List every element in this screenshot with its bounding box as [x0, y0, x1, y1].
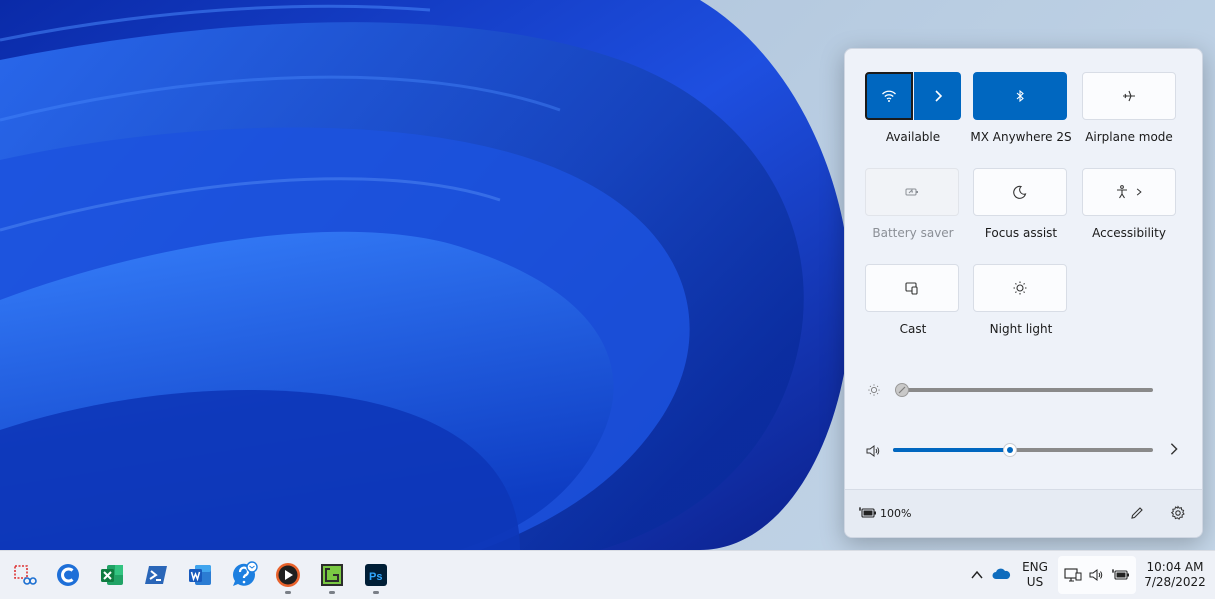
volume-slider-fill [893, 448, 1010, 452]
cast-icon [905, 282, 918, 295]
get-help-icon [232, 561, 258, 586]
language-indicator[interactable]: ENG US [1019, 560, 1051, 590]
moon-icon [1013, 185, 1027, 199]
cast-tile[interactable] [865, 264, 959, 312]
keyboard-layout: US [1026, 575, 1044, 589]
running-indicator [373, 591, 379, 594]
media-player-icon [276, 563, 300, 587]
wifi-tile [865, 72, 961, 120]
system-tray-status-button[interactable] [1058, 556, 1136, 594]
taskbar-app-powershell[interactable] [140, 559, 172, 591]
battery-saver-label: Battery saver [872, 226, 954, 240]
volume-slider-thumb[interactable] [1003, 443, 1017, 457]
taskbar-app-word[interactable] [184, 559, 216, 591]
wifi-networks-button[interactable] [914, 72, 961, 120]
greenshot-icon [321, 564, 343, 586]
accessibility-tile[interactable] [1082, 168, 1176, 216]
taskbar-app-get-help[interactable] [228, 559, 260, 591]
clock[interactable]: 10:04 AM 7/28/2022 [1140, 560, 1210, 590]
wifi-icon [882, 90, 896, 102]
taskbar-app-snipping-tool[interactable] [8, 559, 40, 591]
network-ethernet-icon [1064, 568, 1082, 582]
taskbar-app-greenshot[interactable] [316, 559, 348, 591]
brightness-slider-thumb[interactable] [895, 383, 909, 397]
battery-percentage[interactable]: 100% [880, 507, 911, 520]
battery-saver-icon [905, 188, 918, 196]
word-icon [189, 565, 211, 585]
onedrive-cloud-icon[interactable] [991, 566, 1011, 582]
wifi-label: Available [885, 130, 941, 144]
sun-icon [1013, 281, 1027, 295]
taskbar-app-excel[interactable] [96, 559, 128, 591]
taskbar-app-photoshop[interactable]: Ps [360, 559, 392, 591]
focus-assist-label: Focus assist [984, 226, 1058, 240]
ccleaner-icon [57, 564, 79, 586]
running-indicator [329, 591, 335, 594]
brightness-icon [868, 384, 880, 396]
svg-text:Ps: Ps [369, 571, 382, 583]
volume-output-chevron-icon[interactable] [1167, 442, 1181, 456]
brightness-slider-track[interactable] [895, 388, 1153, 392]
battery-charging-icon [1112, 569, 1129, 580]
chevron-right-icon [1136, 188, 1142, 196]
powershell-icon [145, 566, 167, 584]
night-light-tile[interactable] [973, 264, 1067, 312]
bluetooth-tile[interactable] [973, 72, 1067, 120]
airplane-icon [1123, 90, 1135, 102]
bluetooth-label: MX Anywhere 2S [970, 130, 1072, 144]
battery-saver-tile[interactable] [865, 168, 959, 216]
focus-assist-tile[interactable] [973, 168, 1067, 216]
taskbar: Ps ENG US 10:04 AM 7/28/2022 [0, 550, 1215, 599]
accessibility-label: Accessibility [1092, 226, 1166, 240]
wifi-toggle-button[interactable] [865, 72, 913, 120]
taskbar-app-media-player[interactable] [272, 559, 304, 591]
night-light-label: Night light [989, 322, 1053, 336]
chevron-right-icon [934, 90, 942, 102]
running-indicator [285, 591, 291, 594]
gear-icon[interactable] [1170, 505, 1186, 521]
bluetooth-icon [1016, 89, 1024, 103]
battery-charging-icon [859, 507, 876, 518]
clock-time: 10:04 AM [1146, 560, 1204, 574]
quick-settings-footer: 100% [845, 489, 1202, 537]
snipping-tool-icon [14, 565, 37, 585]
taskbar-app-ccleaner[interactable] [52, 559, 84, 591]
clock-date: 7/28/2022 [1144, 575, 1206, 589]
speaker-icon [866, 445, 880, 457]
language-code: ENG [1022, 560, 1048, 574]
quick-settings-panel: Available MX Anywhere 2S Airplane mode B… [844, 48, 1203, 538]
excel-icon [101, 565, 123, 585]
cast-label: Cast [899, 322, 927, 336]
airplane-mode-tile[interactable] [1082, 72, 1176, 120]
chevron-up-icon[interactable] [969, 567, 985, 583]
accessibility-icon [1117, 185, 1127, 199]
airplane-mode-label: Airplane mode [1085, 130, 1173, 144]
disabled-slash-icon [898, 386, 906, 394]
edit-pencil-icon[interactable] [1129, 505, 1145, 521]
photoshop-icon: Ps [365, 564, 387, 586]
speaker-icon [1089, 569, 1103, 581]
